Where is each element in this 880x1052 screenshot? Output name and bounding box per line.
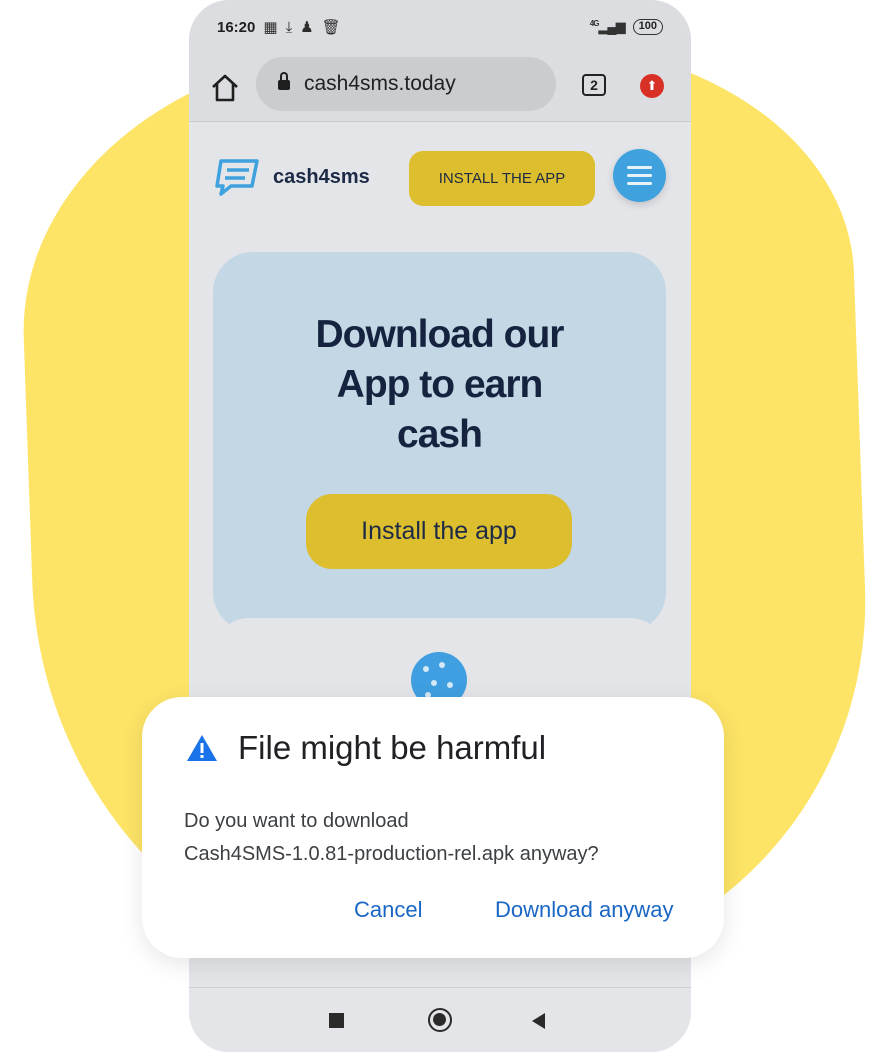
site-header: cash4sms INSTALL THE APP [189, 122, 691, 232]
recents-icon[interactable] [329, 1013, 344, 1028]
url-text: cash4sms.today [304, 72, 456, 95]
dialog-message-line: Do you want to download [184, 810, 409, 832]
browser-toolbar: cash4sms.today 2 ⬆ [189, 54, 691, 122]
status-left: 16:20 ▦ ⤓ ♟ 🗑 [217, 18, 341, 37]
signal-icon: 4G▂▄▆ [589, 19, 626, 34]
chat-logo-icon [215, 159, 259, 196]
download-icon: ⤓ [285, 18, 293, 36]
back-icon[interactable] [532, 1013, 545, 1029]
logo-text: cash4sms [273, 165, 370, 188]
status-bar: 16:20 ▦ ⤓ ♟ 🗑 4G▂▄▆ 100 [189, 0, 691, 54]
network-type: 4G [589, 19, 600, 28]
trash-icon: 🗑 [321, 19, 341, 36]
person-icon: ♟ [300, 19, 314, 36]
home-icon[interactable] [209, 72, 241, 104]
system-navigation-bar [189, 987, 691, 1052]
dialog-header: File might be harmful [186, 729, 546, 767]
lock-icon [278, 72, 290, 91]
hamburger-menu-icon[interactable] [613, 149, 666, 202]
tab-switcher-button[interactable]: 2 [582, 74, 606, 96]
warning-icon [187, 735, 217, 761]
hero-title-line: App to earn [336, 363, 544, 406]
install-app-button[interactable]: Install the app [306, 494, 572, 569]
update-icon[interactable]: ⬆ [640, 74, 664, 98]
address-bar[interactable]: cash4sms.today [256, 57, 556, 111]
hero-title-line: Download our [315, 313, 565, 356]
status-time: 16:20 [217, 18, 256, 36]
dialog-message-line: Cash4SMS-1.0.81-production-rel.apk anywa… [184, 843, 599, 865]
hero-title-line: cash [397, 413, 483, 456]
qr-icon: ▦ [263, 19, 278, 36]
battery-icon: 100 [632, 19, 663, 35]
home-icon[interactable] [428, 1008, 452, 1032]
dialog-message: Do you want to download Cash4SMS-1.0.81-… [184, 805, 704, 871]
dialog-title: File might be harmful [238, 729, 547, 766]
hero-card: Download our App to earn cash Install th… [213, 252, 666, 632]
install-app-header-button[interactable]: INSTALL THE APP [409, 151, 595, 206]
cancel-button[interactable]: Cancel [354, 897, 422, 923]
site-logo[interactable]: cash4sms [213, 158, 370, 196]
download-anyway-button[interactable]: Download anyway [495, 897, 674, 923]
download-warning-dialog: File might be harmful Do you want to dow… [142, 697, 724, 958]
hero-title: Download our App to earn cash [213, 310, 666, 460]
status-right: 4G▂▄▆ 100 [590, 19, 663, 35]
